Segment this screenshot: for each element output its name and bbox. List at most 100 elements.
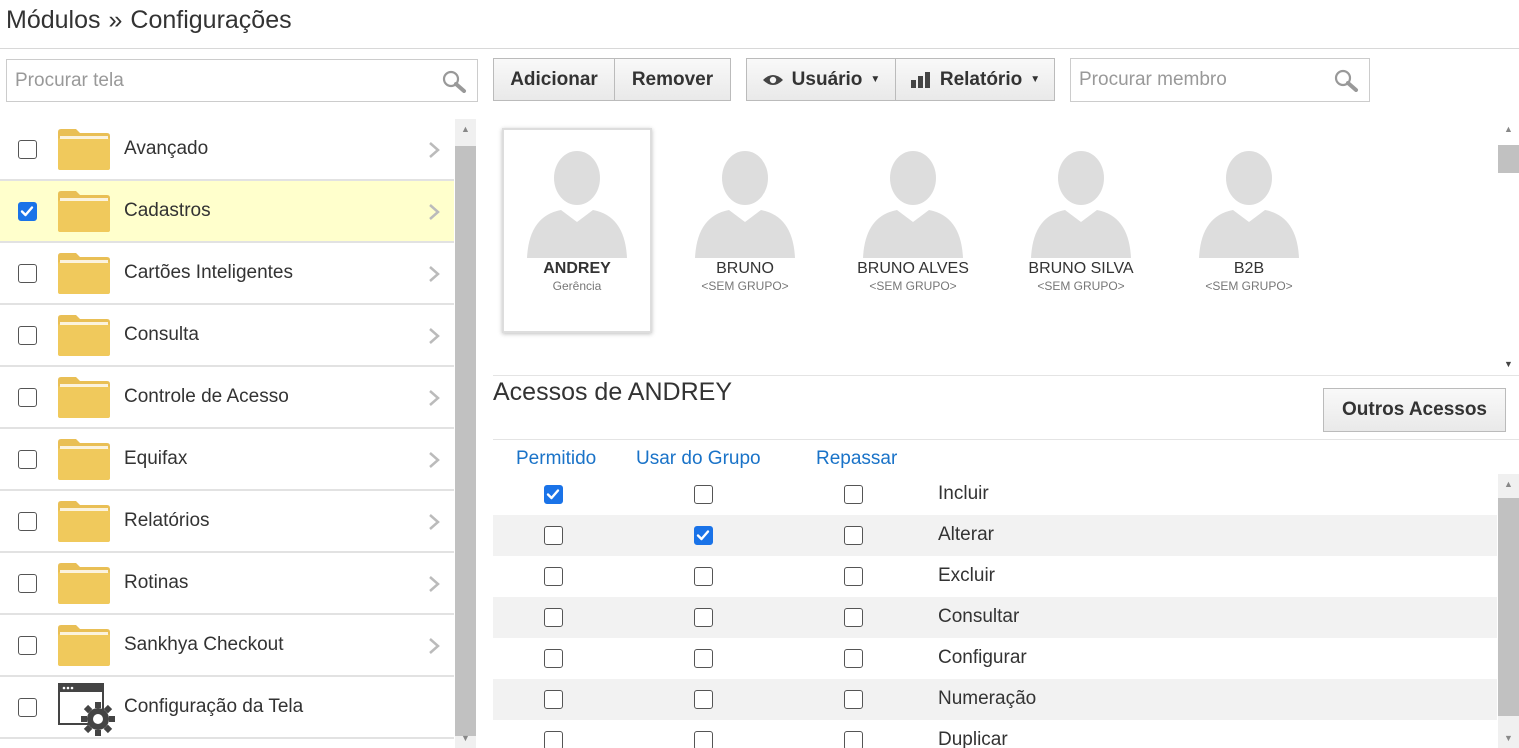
use-group-checkbox[interactable] (694, 526, 713, 545)
allowed-checkbox[interactable] (544, 526, 563, 545)
member-search-input[interactable] (1071, 59, 1369, 101)
pass-on-checkbox[interactable] (844, 485, 863, 504)
screen-checkbox[interactable] (18, 326, 37, 345)
screen-checkbox[interactable] (18, 636, 37, 655)
screen-list-item[interactable]: Configuração da Tela (0, 677, 454, 739)
screen-checkbox[interactable] (18, 698, 37, 717)
screen-checkbox[interactable] (18, 264, 37, 283)
chevron-right-icon[interactable] (428, 637, 440, 655)
chevron-right-icon[interactable] (428, 141, 440, 159)
screen-checkbox[interactable] (18, 450, 37, 469)
column-allowed[interactable]: Permitido (516, 448, 596, 470)
scroll-thumb[interactable] (455, 146, 476, 736)
screen-list-scrollbar[interactable]: ▲ ▼ (455, 119, 476, 748)
chevron-right-icon[interactable] (428, 203, 440, 221)
report-dropdown-button[interactable]: Relatório ▼ (895, 58, 1055, 101)
permissions-scrollbar[interactable]: ▲ ▼ (1498, 474, 1519, 748)
member-card[interactable]: BRUNO ALVES <SEM GRUPO> (838, 130, 988, 310)
screen-list-item[interactable]: Cartões Inteligentes (0, 243, 454, 305)
use-group-checkbox[interactable] (694, 690, 713, 709)
permission-name: Alterar (938, 524, 994, 545)
pass-on-checkbox[interactable] (844, 608, 863, 627)
pass-on-checkbox[interactable] (844, 731, 863, 748)
breadcrumb: Módulos» Configurações (6, 6, 292, 35)
screen-list-item[interactable]: Cadastros (0, 181, 454, 243)
folder-icon (58, 191, 110, 232)
permission-name: Consultar (938, 606, 1020, 627)
allowed-checkbox[interactable] (544, 485, 563, 504)
add-button[interactable]: Adicionar (493, 58, 615, 101)
user-dropdown-label: Usuário (791, 68, 863, 90)
user-dropdown-button[interactable]: Usuário ▼ (746, 58, 896, 101)
screen-search-input[interactable] (7, 60, 477, 101)
screen-checkbox[interactable] (18, 574, 37, 593)
allowed-checkbox[interactable] (544, 731, 563, 748)
member-card[interactable]: BRUNO SILVA <SEM GRUPO> (1006, 130, 1156, 310)
screen-list-item[interactable]: Sankhya Checkout (0, 615, 454, 677)
screen-checkbox[interactable] (18, 512, 37, 531)
scroll-down-arrow[interactable]: ▼ (455, 730, 476, 746)
screen-list-item[interactable]: Relatórios (0, 491, 454, 553)
pass-on-checkbox[interactable] (844, 526, 863, 545)
screen-label: Avançado (124, 138, 209, 159)
scroll-down-arrow[interactable]: ▼ (1498, 356, 1519, 372)
scroll-up-arrow[interactable]: ▲ (455, 121, 476, 137)
scroll-up-arrow[interactable]: ▲ (1498, 476, 1519, 492)
permission-row: Excluir (493, 556, 1497, 597)
scroll-thumb[interactable] (1498, 498, 1519, 716)
screen-list-item[interactable]: Avançado (0, 119, 454, 181)
screen-list-item[interactable]: Rotinas (0, 553, 454, 615)
chevron-right-icon[interactable] (428, 265, 440, 283)
search-icon[interactable] (441, 69, 467, 93)
screen-label: Cadastros (124, 200, 211, 221)
member-gallery-scrollbar[interactable]: ▲ ▼ (1498, 119, 1519, 374)
remove-button[interactable]: Remover (614, 58, 731, 101)
screen-list-item[interactable]: Consulta (0, 305, 454, 367)
permission-row: Alterar (493, 515, 1497, 556)
member-name: ANDREY (543, 260, 611, 277)
search-icon[interactable] (1333, 68, 1359, 92)
allowed-checkbox[interactable] (544, 649, 563, 668)
screen-checkbox[interactable] (18, 388, 37, 407)
member-group: <SEM GRUPO> (869, 279, 957, 293)
use-group-checkbox[interactable] (694, 567, 713, 586)
avatar (863, 151, 963, 258)
use-group-checkbox[interactable] (694, 485, 713, 504)
screen-list-item[interactable]: Controle de Acesso (0, 367, 454, 429)
chevron-right-icon[interactable] (428, 451, 440, 469)
permission-name: Numeração (938, 688, 1037, 709)
screen-checkbox[interactable] (18, 140, 37, 159)
pass-on-checkbox[interactable] (844, 567, 863, 586)
section-divider (493, 375, 1519, 376)
chevron-right-icon[interactable] (428, 327, 440, 345)
screen-list-item[interactable]: Equifax (0, 429, 454, 491)
pass-on-checkbox[interactable] (844, 690, 863, 709)
screen-search-box (6, 59, 478, 102)
scroll-down-arrow[interactable]: ▼ (1498, 730, 1519, 746)
allowed-checkbox[interactable] (544, 608, 563, 627)
member-card[interactable]: BRUNO <SEM GRUPO> (670, 130, 820, 310)
use-group-checkbox[interactable] (694, 731, 713, 748)
chevron-right-icon[interactable] (428, 389, 440, 407)
breadcrumb-modules[interactable]: Módulos (6, 6, 101, 34)
member-card[interactable]: ANDREY Gerência (502, 128, 652, 333)
screen-checkbox[interactable] (18, 202, 37, 221)
chevron-down-icon: ▼ (870, 74, 881, 85)
pass-on-checkbox[interactable] (844, 649, 863, 668)
permission-name: Incluir (938, 483, 989, 504)
allowed-checkbox[interactable] (544, 567, 563, 586)
chevron-right-icon[interactable] (428, 575, 440, 593)
screen-label: Sankhya Checkout (124, 634, 284, 655)
chevron-right-icon[interactable] (428, 513, 440, 531)
column-pass-on[interactable]: Repassar (816, 448, 897, 470)
scroll-thumb[interactable] (1498, 145, 1519, 173)
permission-name: Configurar (938, 647, 1027, 668)
column-use-group[interactable]: Usar do Grupo (636, 448, 761, 470)
use-group-checkbox[interactable] (694, 608, 713, 627)
permission-name: Excluir (938, 565, 996, 586)
member-card[interactable]: B2B <SEM GRUPO> (1174, 130, 1324, 310)
use-group-checkbox[interactable] (694, 649, 713, 668)
scroll-up-arrow[interactable]: ▲ (1498, 121, 1519, 137)
other-access-button[interactable]: Outros Acessos (1323, 388, 1506, 432)
allowed-checkbox[interactable] (544, 690, 563, 709)
